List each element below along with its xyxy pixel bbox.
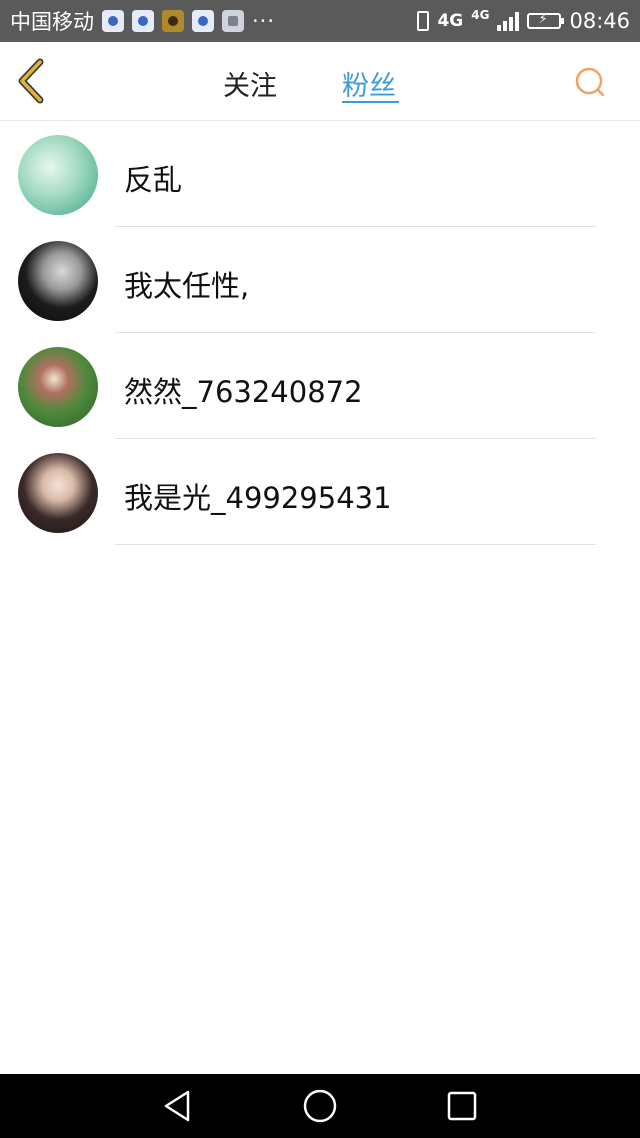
paw-icon xyxy=(192,10,214,32)
list-item[interactable]: 我太任性, xyxy=(0,227,640,333)
list-item[interactable]: 反乱 xyxy=(0,121,640,227)
avatar xyxy=(18,453,98,533)
back-button[interactable] xyxy=(14,58,54,104)
signal-icon xyxy=(497,11,520,31)
navigation-bar xyxy=(0,1074,640,1138)
username: 反乱 xyxy=(124,163,183,197)
paw-icon xyxy=(102,10,124,32)
divider xyxy=(115,544,596,545)
list-item[interactable]: 我是光_499295431 xyxy=(0,439,640,545)
vibrate-icon xyxy=(417,11,430,31)
battery-charging-icon: ⚡ xyxy=(527,12,565,29)
game-icon xyxy=(162,10,184,32)
nav-back-button[interactable] xyxy=(160,1088,196,1124)
paw-icon xyxy=(132,10,154,32)
status-bar: 中国移动 ··· 4G 4G ⚡ 08:46 xyxy=(0,0,640,42)
tab-follow[interactable]: 关注 xyxy=(223,64,277,103)
back-triangle-icon xyxy=(164,1090,190,1122)
image-icon xyxy=(222,10,244,32)
username: 我是光_499295431 xyxy=(124,481,392,515)
tab-fans[interactable]: 粉丝 xyxy=(342,64,396,103)
avatar xyxy=(18,347,98,427)
chevron-left-icon xyxy=(18,58,44,104)
carrier-name: 中国移动 xyxy=(10,10,94,34)
network-type-small: 4G xyxy=(471,8,490,22)
home-circle-icon xyxy=(303,1089,337,1123)
header: 关注 粉丝 xyxy=(0,42,640,121)
avatar xyxy=(18,241,98,321)
avatar xyxy=(18,135,98,215)
username: 然然_763240872 xyxy=(124,375,363,409)
username: 我太任性, xyxy=(124,269,250,303)
active-tab-underline xyxy=(342,101,399,103)
network-type: 4G xyxy=(437,11,464,31)
more-notifications: ··· xyxy=(252,9,276,33)
status-bar-right: 4G 4G ⚡ 08:46 xyxy=(417,0,630,42)
clock: 08:46 xyxy=(569,9,630,33)
fans-list: 反乱 我太任性, 然然_763240872 我是光_499295431 xyxy=(0,121,640,545)
nav-home-button[interactable] xyxy=(302,1088,338,1124)
recent-square-icon xyxy=(447,1091,477,1121)
nav-recent-button[interactable] xyxy=(444,1088,480,1124)
search-button[interactable] xyxy=(572,64,608,100)
list-item[interactable]: 然然_763240872 xyxy=(0,333,640,439)
search-icon xyxy=(575,67,605,97)
status-bar-left: 中国移动 ··· xyxy=(10,0,275,42)
